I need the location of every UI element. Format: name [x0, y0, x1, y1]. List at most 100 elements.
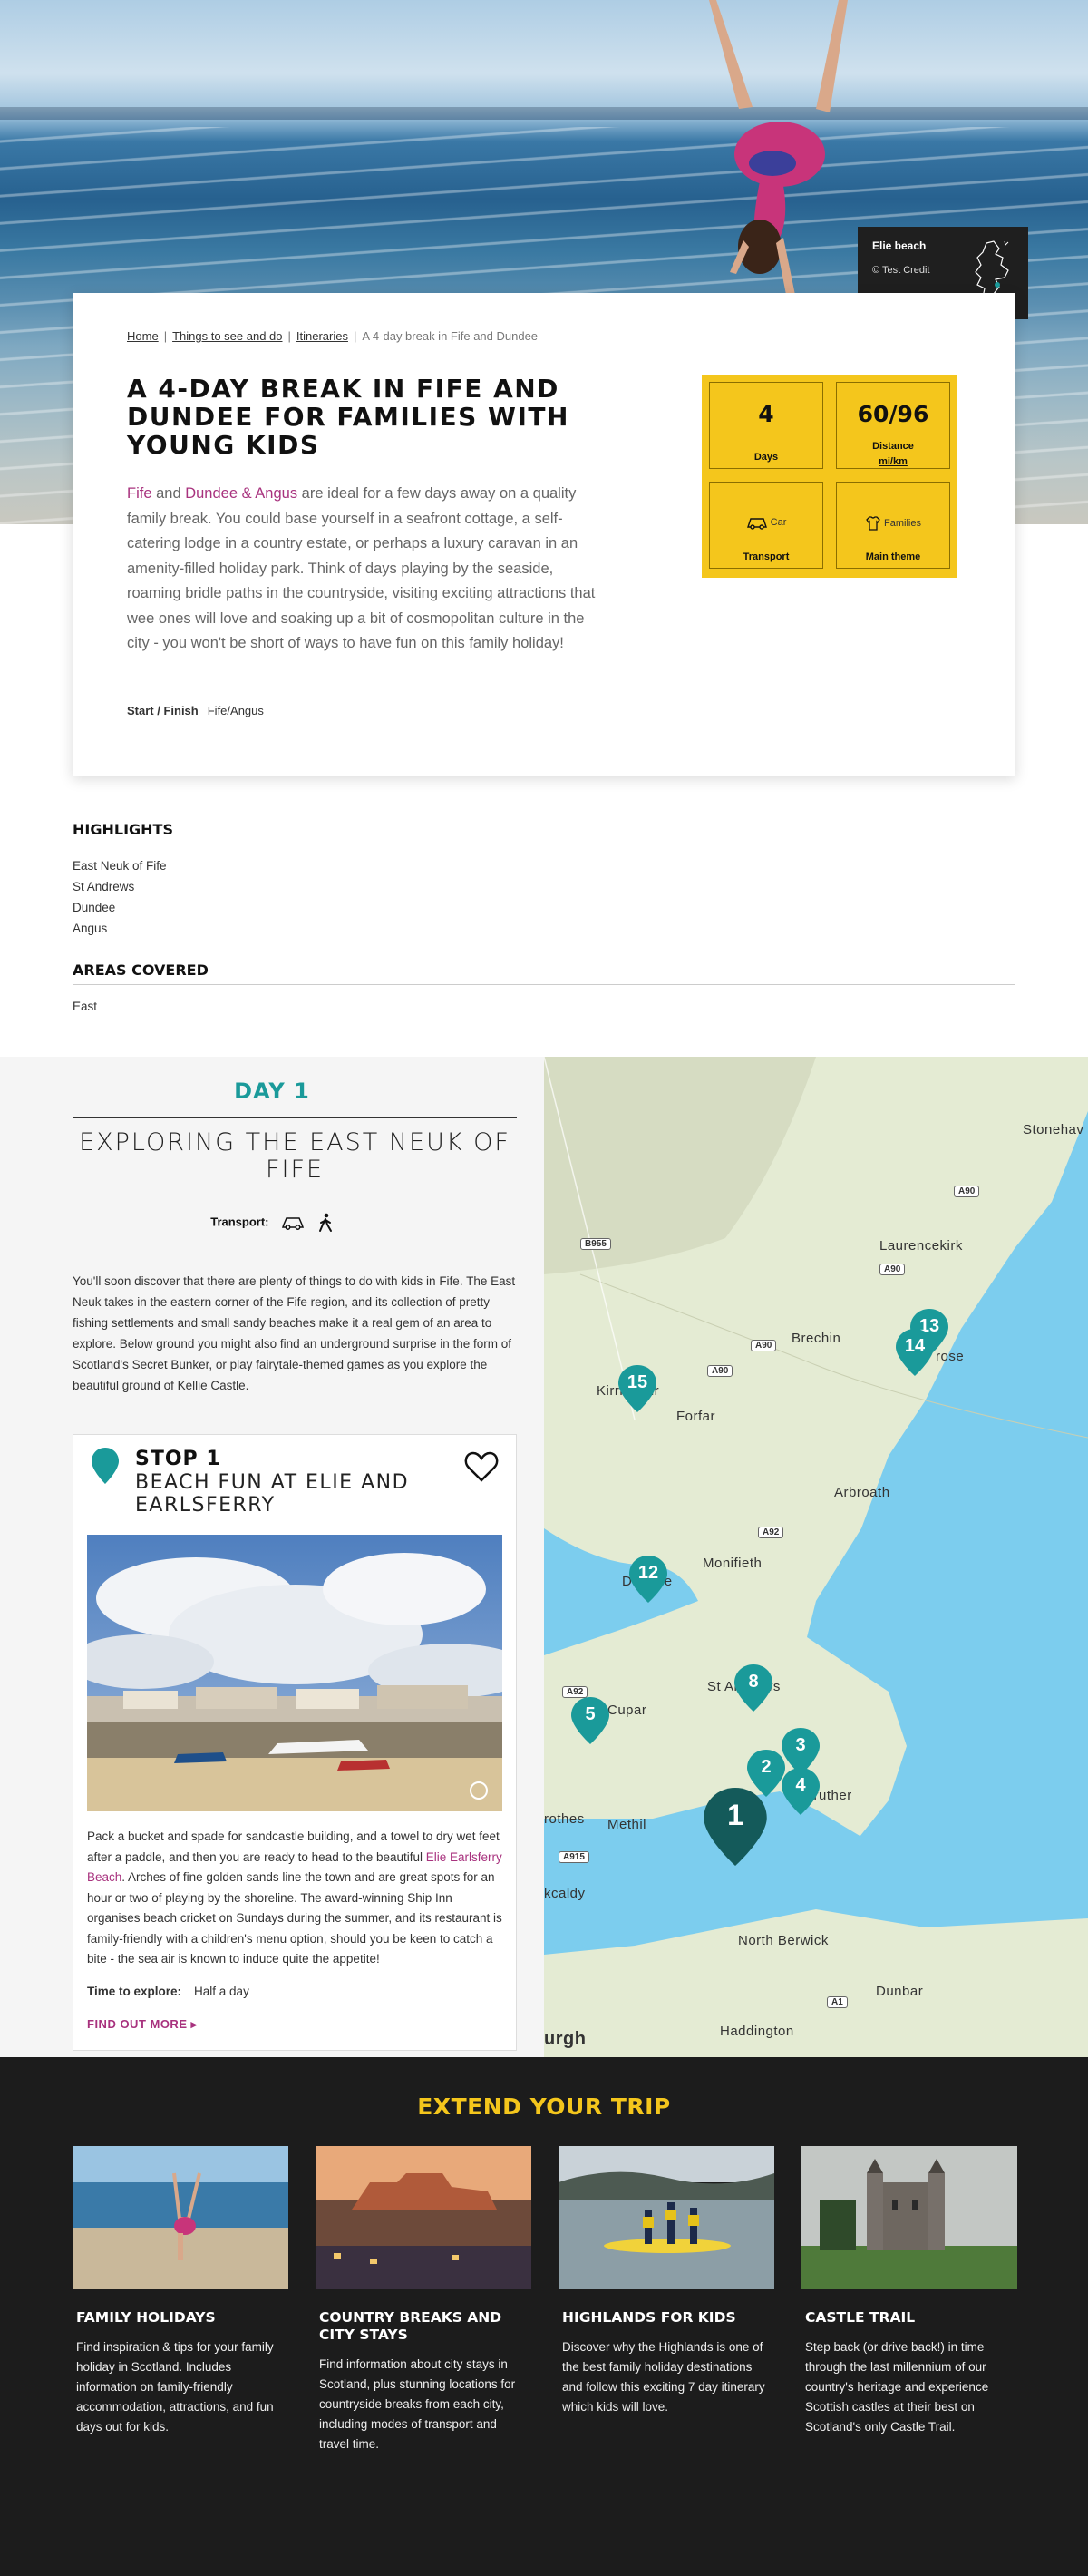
map-marker[interactable]: 12	[629, 1556, 667, 1603]
map-label: Methil	[607, 1817, 647, 1832]
elie-harbour-image	[87, 1535, 502, 1811]
stop-desc-after: . Arches of fine golden sands line the t…	[87, 1870, 502, 1966]
breadcrumb-itineraries[interactable]: Itineraries	[296, 329, 348, 343]
tile-description: Find inspiration & tips for your family …	[76, 2340, 274, 2434]
map-label: Brechin	[792, 1331, 841, 1346]
breadcrumb-current: A 4-day break in Fife and Dundee	[362, 329, 539, 343]
walking-icon	[318, 1213, 332, 1232]
itinerary-summary-card: Home | Things to see and do | Itineraries | A …	[73, 293, 1015, 776]
road-badge: A90	[879, 1264, 906, 1275]
stat-transport: Car Transport	[709, 482, 823, 569]
marker-number: 5	[585, 1704, 596, 1724]
map-label: Cupar	[607, 1703, 647, 1718]
map-label: Arbroath	[834, 1485, 890, 1500]
list-item: St Andrews	[73, 880, 135, 893]
tile-description: Step back (or drive back!) in time throu…	[805, 2340, 989, 2434]
day-transport: Transport:	[0, 1213, 544, 1233]
road-badge: A90	[707, 1365, 733, 1377]
day-section: DAY 1 EXPLORING THE EAST NEUK OF FIFE Tr…	[0, 1057, 544, 2057]
highlights-list: East Neuk of Fife St Andrews Dundee Angu…	[73, 855, 167, 939]
stat-transport-value: Car	[770, 517, 787, 528]
trip-tile[interactable]: FAMILY HOLIDAYS Find inspiration & tips …	[73, 2146, 288, 2437]
map-marker[interactable]: 14	[896, 1329, 934, 1376]
map-base	[544, 1057, 1088, 2057]
map-label: Haddington	[720, 2024, 794, 2039]
map-marker[interactable]: 8	[734, 1664, 772, 1712]
tile-image	[73, 2146, 288, 2289]
map-marker-selected[interactable]: 1	[704, 1788, 767, 1866]
breadcrumb-things-to-see[interactable]: Things to see and do	[172, 329, 282, 343]
intro-text: are ideal for a few days away on a quali…	[127, 485, 596, 651]
stat-theme-value: Families	[884, 518, 921, 529]
stat-days: 4 Days	[709, 382, 823, 469]
stat-transport-mid: Car	[710, 515, 822, 530]
tile-title: COUNTRY BREAKS AND CITY STAYS	[319, 2309, 502, 2343]
trip-tile[interactable]: HIGHLANDS FOR KIDS Discover why the High…	[559, 2146, 774, 2417]
time-to-explore: Time to explore: Half a day	[87, 1985, 249, 1998]
list-item: Dundee	[73, 901, 116, 914]
marker-number: 3	[795, 1735, 806, 1755]
trip-tile[interactable]: COUNTRY BREAKS AND CITY STAYS Find infor…	[316, 2146, 531, 2454]
tile-image	[559, 2146, 774, 2289]
edinburgh-castle-image	[316, 2146, 531, 2289]
tile-title: CASTLE TRAIL	[805, 2309, 916, 2326]
tile-title: FAMILY HOLIDAYS	[76, 2309, 216, 2326]
road-badge: A1	[827, 1996, 848, 2008]
intro-and: and	[151, 485, 186, 502]
map-label: Dunbar	[876, 1984, 924, 1999]
tile-image	[801, 2146, 1017, 2289]
breadcrumb-separator: |	[353, 329, 357, 343]
stat-distance-value: 60/96	[857, 401, 929, 427]
map-marker[interactable]: 5	[571, 1697, 609, 1744]
map-label: Forfar	[676, 1409, 716, 1424]
areas-heading: AREAS COVERED	[73, 961, 1015, 985]
map-label: Monifieth	[703, 1556, 763, 1571]
map-marker[interactable]: 15	[618, 1365, 656, 1412]
map-marker[interactable]: 4	[782, 1768, 820, 1815]
road-badge: A90	[751, 1340, 777, 1351]
marker-number: 1	[727, 1799, 743, 1831]
map-pin-icon	[92, 1448, 119, 1484]
tile-description: Discover why the Highlands is one of the…	[562, 2340, 765, 2414]
stat-theme-mid: Families	[837, 515, 949, 532]
marker-number: 2	[761, 1757, 772, 1777]
fife-link[interactable]: Fife	[127, 485, 152, 502]
stat-distance-label-text: Distance	[872, 441, 914, 452]
map-label: urgh	[544, 2029, 587, 2049]
marker-number: 14	[904, 1336, 926, 1356]
transport-label: Transport:	[210, 1215, 269, 1229]
breadcrumb-home[interactable]: Home	[127, 329, 159, 343]
road-badge: A92	[758, 1527, 784, 1538]
stop-photo	[87, 1535, 502, 1811]
time-label: Time to explore:	[87, 1985, 182, 1998]
marker-number: 4	[795, 1775, 806, 1795]
day-title: EXPLORING THE EAST NEUK OF FIFE	[79, 1128, 510, 1184]
itinerary-map[interactable]: Stonehav Laurencekirk Brechin Kirriemuir…	[544, 1057, 1088, 2057]
road-badge: B955	[580, 1238, 611, 1250]
intro-paragraph: Fife and Dundee & Angus are ideal for a …	[127, 482, 598, 657]
castle-image	[801, 2146, 1017, 2289]
list-item: East	[73, 1000, 98, 1013]
map-label: North Berwick	[738, 1933, 829, 1948]
paddleboard-image	[559, 2146, 774, 2289]
find-out-more-link[interactable]: FIND OUT MORE ▸	[87, 2017, 198, 2032]
tile-title: HIGHLANDS FOR KIDS	[562, 2309, 736, 2326]
favourite-heart-icon[interactable]	[463, 1449, 500, 1484]
tshirt-icon	[866, 516, 880, 531]
page-title: A 4-DAY BREAK IN FIFE AND DUNDEE FOR FAM…	[127, 374, 569, 460]
highlights-heading: HIGHLIGHTS	[73, 821, 1015, 844]
map-label: rothes	[544, 1811, 585, 1827]
trip-tile[interactable]: CASTLE TRAIL Step back (or drive back!) …	[801, 2146, 1017, 2437]
car-icon	[282, 1217, 305, 1230]
stat-distance-unit: mi/km	[879, 456, 908, 467]
stat-theme-label: Main theme	[865, 551, 921, 562]
breadcrumb: Home | Things to see and do | Itineraries | A …	[127, 329, 538, 343]
day-divider	[73, 1117, 517, 1118]
dundee-angus-link[interactable]: Dundee & Angus	[185, 485, 297, 502]
stop-number: STOP 1	[135, 1448, 221, 1470]
stop-card: STOP 1 BEACH FUN AT ELIE AND EARLSFERRY	[73, 1434, 517, 2051]
time-value: Half a day	[194, 1985, 249, 1998]
day-number: DAY 1	[234, 1078, 310, 1104]
beach-cartwheel-image	[73, 2146, 288, 2289]
marker-number: 8	[748, 1672, 759, 1692]
